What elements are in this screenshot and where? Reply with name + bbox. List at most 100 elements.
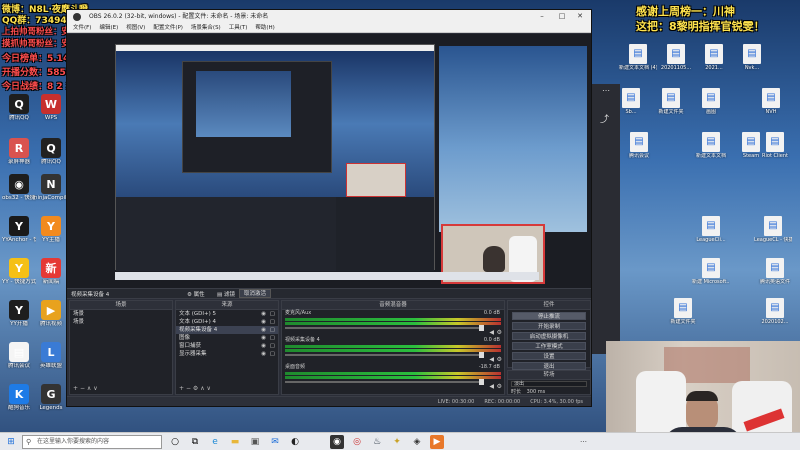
cortana-icon[interactable]: ○ <box>168 435 182 449</box>
source-item[interactable]: 窗口捕获 ◉ ▢ <box>176 342 278 350</box>
share-icon[interactable]: ⤴ <box>600 112 609 125</box>
desktop-icon[interactable]: ▤ Nvk... <box>733 44 771 71</box>
slider-handle[interactable] <box>479 325 484 331</box>
lock-icon[interactable]: ▢ <box>270 326 275 334</box>
lock-icon[interactable]: ▢ <box>270 310 275 318</box>
desktop-icon[interactable]: ▤ 20201105... <box>657 44 695 71</box>
desktop-icon[interactable]: K 酷狗音乐 <box>2 384 36 412</box>
visibility-icon[interactable]: ◉ <box>261 326 266 334</box>
source-item[interactable]: 文本 (GDI+) 4 ◉ ▢ <box>176 318 278 326</box>
add-scene-icon[interactable]: + <box>73 385 78 392</box>
desktop-icon[interactable]: ▤ 新建文件夹 <box>652 88 690 115</box>
file-explorer-icon[interactable]: ▬ <box>228 435 242 449</box>
gear-icon[interactable]: ⚙ <box>497 329 502 336</box>
desktop-icon[interactable]: ▤ 2020102... <box>756 298 794 325</box>
desktop-icon[interactable]: NninjaCompile <box>34 174 68 202</box>
desktop-icon[interactable]: ▤ 腾讯会议 <box>2 342 36 370</box>
close-icon[interactable]: ✕ <box>571 10 589 23</box>
game-taskbar-icon[interactable]: ✦ <box>390 435 404 449</box>
desktop-icon[interactable]: Y YY主播 <box>34 216 68 244</box>
desktop-icon[interactable]: ◉obs32 - 快捷方式 <box>2 174 36 202</box>
settings-button[interactable]: 设置 <box>512 352 586 360</box>
slider-handle[interactable] <box>479 379 484 385</box>
source-item[interactable]: 文本 (GDI+) 5 ◉ ▢ <box>176 310 278 318</box>
source-item[interactable]: 图像 ◉ ▢ <box>176 334 278 342</box>
maximize-icon[interactable]: □ <box>553 10 571 23</box>
menu-profile[interactable]: 配置文件(P) <box>153 23 183 32</box>
exit-button[interactable]: 退出 <box>512 362 586 370</box>
desktop-icon[interactable]: ▤ 新建文本文档 (4) <box>619 44 657 71</box>
duration-value[interactable]: 300 ms <box>527 389 546 395</box>
volume-slider[interactable] <box>285 352 484 358</box>
remove-scene-icon[interactable]: − <box>80 385 85 392</box>
scene-item[interactable]: 场景 <box>70 318 172 326</box>
minimize-icon[interactable]: – <box>533 10 551 23</box>
menu-edit[interactable]: 编辑(E) <box>99 23 118 32</box>
desktop-icon[interactable]: ▤ 新建文本文档 <box>692 132 730 159</box>
properties-button[interactable]: ⚙ 属性 <box>187 290 205 298</box>
gear-icon[interactable]: ⚙ <box>497 356 502 363</box>
source-item[interactable]: 视频采集设备 4 ◉ ▢ <box>176 326 278 334</box>
more-icon[interactable]: ⋯ <box>602 86 610 95</box>
visibility-icon[interactable]: ◉ <box>261 350 266 358</box>
desktop-icon[interactable]: ▤ 新建文件夹 <box>664 298 702 325</box>
menu-help[interactable]: 帮助(H) <box>255 23 274 32</box>
chrome-taskbar-icon[interactable]: ◎ <box>350 435 364 449</box>
desktop-icon[interactable]: G Legends <box>34 384 68 412</box>
app-taskbar-icon[interactable]: ▶ <box>430 435 444 449</box>
edge-icon[interactable]: e <box>208 435 222 449</box>
desktop-icon[interactable]: Q 腾讯QQ <box>2 94 36 122</box>
desktop-icon[interactable]: ▤ LeagueCli... <box>692 216 730 243</box>
desktop-icon[interactable]: Y YY开播 <box>2 300 36 328</box>
qq-taskbar-icon[interactable]: ◐ <box>288 435 302 449</box>
desktop-icon[interactable]: ▤ 画图 <box>692 88 730 115</box>
menu-scene-collection[interactable]: 场景集合(S) <box>191 23 221 32</box>
desktop-icon[interactable]: YYYAnchor - 快捷方式 <box>2 216 36 244</box>
speaker-icon[interactable]: ◀ <box>489 383 494 390</box>
steam-taskbar-icon[interactable]: ♨ <box>370 435 384 449</box>
lock-icon[interactable]: ▢ <box>270 342 275 350</box>
obs-taskbar-icon[interactable]: ◉ <box>330 435 344 449</box>
menu-file[interactable]: 文件(F) <box>73 23 91 32</box>
scene-item[interactable]: 场景 <box>70 310 172 318</box>
source-item[interactable]: 显示器采集 ◉ ▢ <box>176 350 278 358</box>
start-recording-button[interactable]: 开始录制 <box>512 322 586 330</box>
task-view-icon[interactable]: ⧉ <box>188 435 202 449</box>
add-source-icon[interactable]: + <box>179 385 184 392</box>
desktop-icon[interactable]: Q 腾讯QQ <box>34 138 68 166</box>
stop-streaming-button[interactable]: 停止推流 <box>512 312 586 320</box>
obs-title-bar[interactable]: OBS 26.0.2 (32-bit, windows) - 配置文件: 未命名… <box>67 10 591 23</box>
menu-tools[interactable]: 工具(T) <box>229 23 248 32</box>
menu-view[interactable]: 视图(V) <box>126 23 145 32</box>
desktop-icon[interactable]: ▤ 2021... <box>695 44 733 71</box>
desktop-icon[interactable]: 新新闻稿 <box>34 258 68 286</box>
source-settings-icon[interactable]: ⚙ <box>193 385 198 392</box>
studio-mode-button[interactable]: 工作室模式 <box>512 342 586 350</box>
move-down-icon[interactable]: ∨ <box>93 385 97 392</box>
desktop-icon[interactable]: L 英雄联盟 <box>34 342 68 370</box>
obs-preview-canvas[interactable] <box>67 34 591 288</box>
lock-icon[interactable]: ▢ <box>270 350 275 358</box>
move-down-icon[interactable]: ∨ <box>207 385 211 392</box>
deactivate-button[interactable]: 取消激活 <box>239 289 272 298</box>
desktop-icon[interactable]: W WPS <box>34 94 68 122</box>
desktop-icon[interactable]: Y YY - 快捷方式 <box>2 258 36 286</box>
start-icon[interactable]: ⊞ <box>4 435 18 449</box>
taskbar-search[interactable]: ⚲ 在这里输入你要搜索的内容 <box>22 435 162 449</box>
desktop-icon[interactable]: ▤ 新建 Microsoft... <box>692 258 730 285</box>
desktop-icon[interactable]: ▤ 腾讯会议 <box>620 132 658 159</box>
move-up-icon[interactable]: ∧ <box>87 385 91 392</box>
transition-select[interactable]: 淡出 <box>511 381 587 387</box>
mail-icon[interactable]: ✉ <box>268 435 282 449</box>
move-up-icon[interactable]: ∧ <box>200 385 204 392</box>
app-taskbar-icon[interactable]: ◈ <box>410 435 424 449</box>
visibility-icon[interactable]: ◉ <box>261 334 266 342</box>
speaker-icon[interactable]: ◀ <box>489 356 494 363</box>
visibility-icon[interactable]: ◉ <box>261 342 266 350</box>
desktop-icon[interactable]: ▤LeagueCL - 快捷方式 <box>754 216 792 243</box>
visibility-icon[interactable]: ◉ <box>261 318 266 326</box>
virtual-camera-button[interactable]: 启动虚拟摄像机 <box>512 332 586 340</box>
desktop-icon[interactable]: R 录屏神器 <box>2 138 36 166</box>
volume-slider[interactable] <box>285 379 484 385</box>
desktop-icon[interactable]: ▤ Riot Client <box>756 132 794 159</box>
